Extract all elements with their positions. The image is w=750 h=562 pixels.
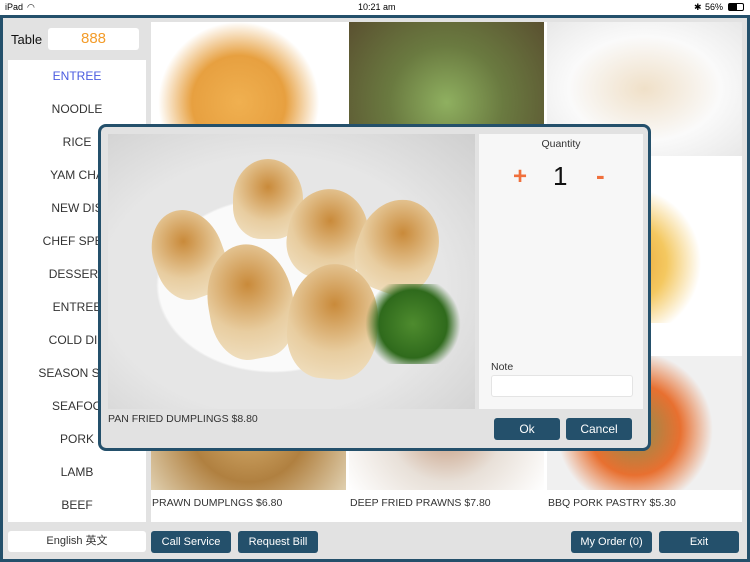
- decrease-quantity-button[interactable]: -: [596, 160, 605, 191]
- bluetooth-icon: ✱: [694, 2, 702, 12]
- cancel-button[interactable]: Cancel: [566, 418, 632, 440]
- language-selector[interactable]: English 英文: [8, 531, 146, 552]
- quantity-panel: Quantity + 1 - Note: [479, 134, 643, 409]
- ok-button[interactable]: Ok: [494, 418, 560, 440]
- item-dialog: PAN FRIED DUMPLINGS $8.80 Quantity + 1 -…: [98, 124, 651, 451]
- exit-button[interactable]: Exit: [659, 531, 739, 553]
- quantity-value: 1: [553, 161, 568, 191]
- item-caption: PAN FRIED DUMPLINGS $8.80: [108, 413, 258, 425]
- menu-item-caption: PRAWN DUMPLNGS $6.80: [152, 497, 283, 509]
- call-service-button[interactable]: Call Service: [151, 531, 231, 553]
- request-bill-button[interactable]: Request Bill: [238, 531, 318, 553]
- category-item[interactable]: LAMB: [8, 456, 146, 489]
- category-item[interactable]: NOODLE: [8, 93, 146, 126]
- my-order-button[interactable]: My Order (0): [571, 531, 652, 553]
- note-label: Note: [491, 361, 514, 373]
- battery-icon: [728, 3, 744, 11]
- increase-quantity-button[interactable]: +: [513, 163, 527, 191]
- category-item[interactable]: ENTREE: [8, 60, 146, 93]
- status-bar: iPad ◠ 10:21 am ✱ 56%: [0, 0, 750, 15]
- table-number[interactable]: 888: [48, 28, 139, 50]
- item-photo: [108, 134, 475, 409]
- quantity-label: Quantity: [541, 138, 581, 150]
- menu-item-caption: BBQ PORK PASTRY $5.30: [548, 497, 676, 509]
- wifi-icon: ◠: [27, 2, 35, 12]
- menu-item-caption: DEEP FRIED PRAWNS $7.80: [350, 497, 491, 509]
- note-input[interactable]: [491, 375, 633, 397]
- battery-percent: 56%: [705, 2, 724, 12]
- device-label: iPad: [5, 2, 24, 12]
- table-label: Table: [11, 32, 43, 47]
- category-item[interactable]: BEEF: [8, 489, 146, 522]
- clock: 10:21 am: [358, 2, 396, 12]
